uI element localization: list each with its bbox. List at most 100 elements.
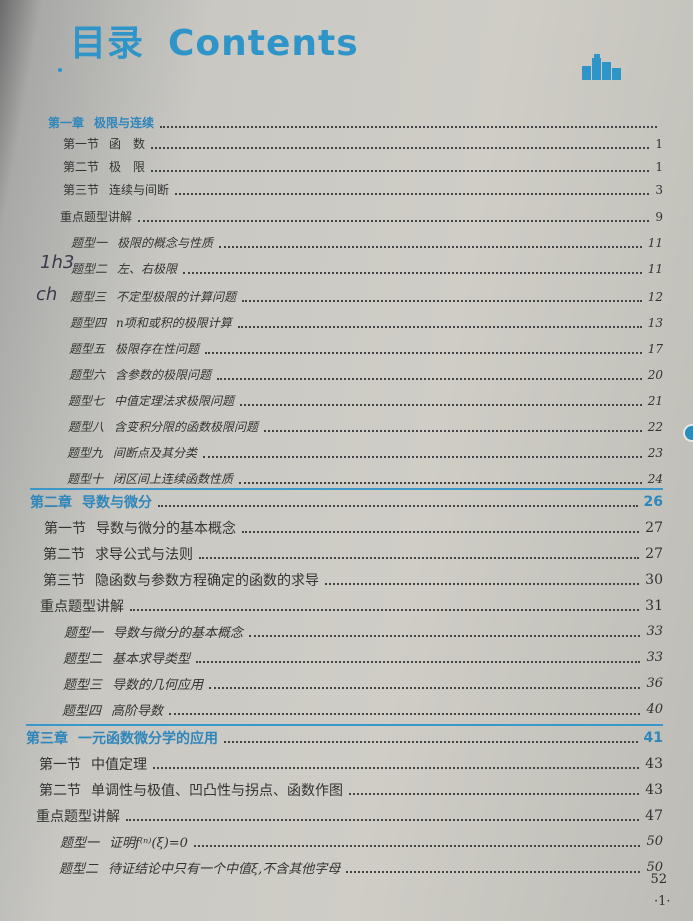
handwritten-mark-2: ch xyxy=(36,284,58,305)
toc-entry-title: 待证结论中只有一个中值ξ,不含其他字母 xyxy=(108,862,341,877)
toc-entry-number: 第二章 xyxy=(30,495,72,511)
toc-question-type-row[interactable]: 题型二 待证结论中只有一个中值ξ,不含其他字母 50 xyxy=(59,858,663,877)
toc-entry-label: 题型六 含参数的极限问题 xyxy=(69,366,211,383)
dot-leader xyxy=(349,793,640,795)
toc-entry-label: 第三章 一元函数微分学的应用 xyxy=(26,728,218,748)
toc-entry-number: 第二节 xyxy=(43,547,85,563)
toc-entry-number: 题型三 xyxy=(70,290,107,304)
toc-entry-title: 隐函数与参数方程确定的函数的求导 xyxy=(95,573,319,589)
toc-page-number: 17 xyxy=(647,341,663,356)
toc-question-type-row[interactable]: 题型十 闭区间上连续函数性质 24 xyxy=(67,470,663,487)
toc-entry-title: 极 限 xyxy=(109,160,146,174)
toc-entry-label: 第二章 导数与微分 xyxy=(30,492,152,512)
toc-entry-title: 左、右极限 xyxy=(117,262,178,276)
toc-question-type-row[interactable]: 题型四 高阶导数 40 xyxy=(62,700,663,719)
toc-section-row[interactable]: 第三节 连续与间断 3 xyxy=(63,181,663,198)
toc-entry-label: 第二节极 限 xyxy=(63,158,145,175)
dot-leader xyxy=(217,377,642,380)
dot-leader xyxy=(130,609,640,611)
toc-entry-title: 连续与间断 xyxy=(109,183,170,197)
toc-section-row[interactable]: 第二节极 限 1 xyxy=(63,158,663,175)
dot-leader xyxy=(242,299,642,302)
dot-leader xyxy=(196,660,641,663)
toc-keypoint-row[interactable]: 重点题型讲解 9 xyxy=(60,208,663,225)
dot-leader xyxy=(151,169,650,172)
toc-question-type-row[interactable]: 题型九 间断点及其分类 23 xyxy=(67,444,663,461)
toc-page-number: 9 xyxy=(655,209,663,224)
toc-entry-title: 极限存在性问题 xyxy=(115,342,200,356)
toc-entry-label: 题型一 导数与微分的基本概念 xyxy=(64,622,243,641)
floating-marker-icon[interactable] xyxy=(683,424,693,442)
handwritten-mark-1: 1h3 xyxy=(40,252,75,273)
toc-page-number: 1 xyxy=(655,136,663,151)
toc-entry-number: 题型二 xyxy=(63,652,103,667)
toc-question-type-row[interactable]: 题型二 左、右极限 11 xyxy=(71,260,663,277)
toc-entry-number: 第一节 xyxy=(44,521,86,537)
dot-leader xyxy=(203,455,642,458)
toc-keypoint-row[interactable]: 重点题型讲解 31 xyxy=(40,596,663,616)
toc-entry-number: 第一节 xyxy=(39,757,81,773)
toc-page-number: 50 xyxy=(646,834,663,849)
toc-question-type-row[interactable]: 题型一 证明f⁽ⁿ⁾(ξ)=0 50 xyxy=(60,832,663,851)
toc-section-row[interactable]: 第二节 求导公式与法则 27 xyxy=(43,544,663,564)
toc-page-number: 36 xyxy=(646,676,663,691)
dot-leader xyxy=(183,271,642,274)
toc-entry-number: 题型七 xyxy=(68,394,105,408)
toc-page-number: 12 xyxy=(647,289,663,304)
toc-entry-number: 题型一 xyxy=(60,836,100,851)
toc-question-type-row[interactable]: 题型七 中值定理法求极限问题 21 xyxy=(68,392,663,409)
toc-entry-number: 题型十 xyxy=(67,472,104,486)
toc-entry-title: 闭区间上连续函数性质 xyxy=(113,472,234,486)
toc-question-type-row[interactable]: 题型一 极限的概念与性质 11 xyxy=(71,234,663,251)
toc-entry-title: 证明f⁽ⁿ⁾(ξ)=0 xyxy=(109,836,188,851)
toc-entry-title: 基本求导类型 xyxy=(112,652,191,667)
toc-entry-label: 题型七 中值定理法求极限问题 xyxy=(68,392,234,409)
toc-entry-number: 题型四 xyxy=(62,704,102,719)
toc-entry-label: 重点题型讲解 xyxy=(60,208,132,225)
toc-page-number: 43 xyxy=(645,756,663,772)
dot-leader xyxy=(175,192,650,195)
toc-question-type-row[interactable]: 题型八 含变积分限的函数极限问题 22 xyxy=(68,418,663,435)
toc-question-type-row[interactable]: 题型六 含参数的极限问题 20 xyxy=(69,366,663,383)
dot-leader xyxy=(209,686,641,689)
toc-entry-title: 导数与微分 xyxy=(82,495,152,511)
toc-section-row[interactable]: 第一节函 数 1 xyxy=(63,135,663,152)
toc-section-row[interactable]: 第三节 隐函数与参数方程确定的函数的求导 30 xyxy=(43,570,663,590)
toc-section-row[interactable]: 第一节 导数与微分的基本概念 27 xyxy=(44,518,663,538)
dot-leader xyxy=(325,583,640,585)
toc-section-row[interactable]: 第二节 单调性与极值、凹凸性与拐点、函数作图 43 xyxy=(39,780,663,800)
toc-entry-number: 题型三 xyxy=(63,678,103,693)
toc-page-number: 22 xyxy=(647,419,663,434)
toc-question-type-row[interactable]: 题型五 极限存在性问题 17 xyxy=(69,340,663,357)
toc-chapter-row[interactable]: 第三章 一元函数微分学的应用 41 xyxy=(26,728,663,748)
toc-entry-title: 极限与连续 xyxy=(94,116,155,130)
toc-question-type-row[interactable]: 题型一 导数与微分的基本概念 33 xyxy=(64,622,663,641)
toc-chapter-row[interactable]: 第二章 导数与微分 26 xyxy=(30,492,663,512)
toc-entry-number: 题型二 xyxy=(71,262,108,276)
dot-leader xyxy=(205,351,642,354)
toc-question-type-row[interactable]: 题型三 不定型极限的计算问题 12 xyxy=(70,288,663,305)
toc-entry-label: 题型二 基本求导类型 xyxy=(63,648,190,667)
dot-leader xyxy=(160,125,657,128)
toc-entry-label: 题型三 导数的几何应用 xyxy=(63,674,203,693)
chapter-divider-line xyxy=(30,488,663,490)
dot-leader xyxy=(151,146,650,149)
toc-section-row[interactable]: 第一节 中值定理 43 xyxy=(39,754,663,774)
dot-leader xyxy=(240,403,642,406)
toc-entry-number: 题型一 xyxy=(64,626,104,641)
decor-dot xyxy=(58,68,62,72)
dot-leader xyxy=(199,557,640,559)
toc-entry-title: 极限的概念与性质 xyxy=(117,236,214,250)
toc-question-type-row[interactable]: 题型二 基本求导类型 33 xyxy=(63,648,663,667)
toc-chapter-row[interactable]: 第一章 极限与连续 xyxy=(48,114,663,131)
toc-question-type-row[interactable]: 题型四 n项和或积的极限计算 13 xyxy=(70,314,663,331)
toc-entry-label: 第二节 求导公式与法则 xyxy=(43,544,193,564)
book-stack-logo-icon xyxy=(582,54,621,80)
toc-page-number: 3 xyxy=(655,182,663,197)
toc-entry-title: 求导公式与法则 xyxy=(95,547,193,563)
toc-keypoint-row[interactable]: 重点题型讲解 47 xyxy=(36,806,663,826)
toc-entry-number: 题型九 xyxy=(67,446,104,460)
toc-question-type-row[interactable]: 题型三 导数的几何应用 36 xyxy=(63,674,663,693)
toc-entry-title: 单调性与极值、凹凸性与拐点、函数作图 xyxy=(91,783,343,799)
toc-entry-label: 重点题型讲解 xyxy=(36,806,120,826)
